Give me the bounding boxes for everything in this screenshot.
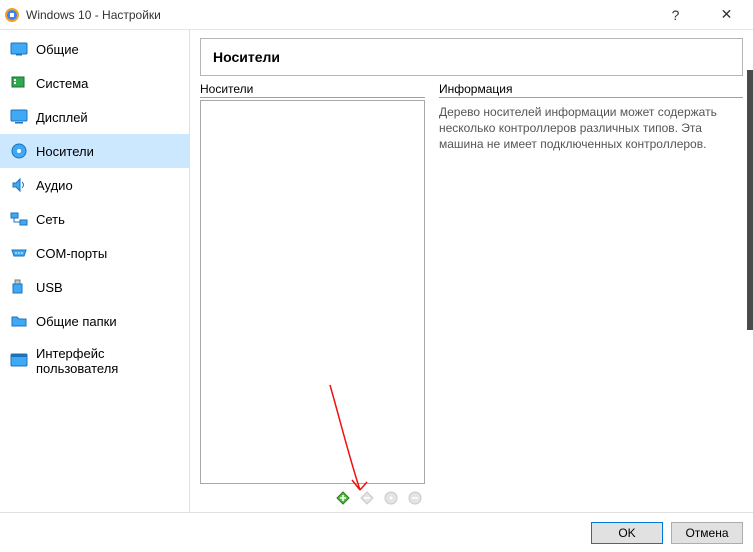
info-label: Информация — [439, 82, 743, 98]
help-button[interactable]: ? — [653, 0, 698, 30]
content-pane: Носители Носители — [190, 30, 753, 512]
storage-toolbar — [200, 484, 425, 512]
window-title: Windows 10 - Настройки — [26, 8, 647, 22]
sidebar-item-label: Интерфейс пользователя — [36, 346, 179, 376]
sidebar-item-label: Аудио — [36, 178, 73, 193]
background-strip — [747, 70, 753, 330]
sidebar-item-label: COM-порты — [36, 246, 107, 261]
sidebar-item-ui[interactable]: Интерфейс пользователя — [0, 338, 189, 384]
close-button[interactable]: ✕ — [704, 0, 749, 30]
remove-attachment-button — [405, 488, 425, 508]
dialog-footer: OK Отмена — [0, 512, 753, 552]
sidebar-item-audio[interactable]: Аудио — [0, 168, 189, 202]
cancel-button[interactable]: Отмена — [671, 522, 743, 544]
serial-icon — [10, 244, 28, 262]
sidebar-item-label: Сеть — [36, 212, 65, 227]
add-controller-button[interactable] — [333, 488, 353, 508]
sidebar-item-usb[interactable]: USB — [0, 270, 189, 304]
system-icon — [10, 74, 28, 92]
title-bar: Windows 10 - Настройки ? ✕ — [0, 0, 753, 30]
add-attachment-button — [381, 488, 401, 508]
info-text: Дерево носителей информации может содерж… — [439, 100, 743, 153]
sidebar-item-shared-folders[interactable]: Общие папки — [0, 304, 189, 338]
sidebar-item-system[interactable]: Система — [0, 66, 189, 100]
sidebar-item-general[interactable]: Общие — [0, 32, 189, 66]
sidebar-item-label: Общие — [36, 42, 79, 57]
info-column: Информация Дерево носителей информации м… — [439, 82, 743, 512]
dialog-body: Общие Система Дисплей Носители Аудио Сет… — [0, 30, 753, 512]
sidebar-item-label: USB — [36, 280, 63, 295]
audio-icon — [10, 176, 28, 194]
settings-sidebar: Общие Система Дисплей Носители Аудио Сет… — [0, 30, 190, 512]
tree-label: Носители — [200, 82, 425, 98]
storage-tree[interactable] — [200, 100, 425, 484]
sidebar-item-label: Носители — [36, 144, 94, 159]
app-icon — [4, 7, 20, 23]
display-icon — [10, 108, 28, 126]
storage-tree-column: Носители — [200, 82, 425, 512]
sidebar-item-serial[interactable]: COM-порты — [0, 236, 189, 270]
sidebar-item-display[interactable]: Дисплей — [0, 100, 189, 134]
sidebar-item-label: Система — [36, 76, 88, 91]
remove-controller-button — [357, 488, 377, 508]
ok-button[interactable]: OK — [591, 522, 663, 544]
usb-icon — [10, 278, 28, 296]
folder-icon — [10, 312, 28, 330]
columns: Носители И — [200, 82, 743, 512]
ui-icon — [10, 352, 28, 370]
sidebar-item-network[interactable]: Сеть — [0, 202, 189, 236]
general-icon — [10, 40, 28, 58]
network-icon — [10, 210, 28, 228]
sidebar-item-label: Общие папки — [36, 314, 117, 329]
storage-icon — [10, 142, 28, 160]
sidebar-item-label: Дисплей — [36, 110, 88, 125]
sidebar-item-storage[interactable]: Носители — [0, 134, 189, 168]
page-title: Носители — [200, 38, 743, 76]
